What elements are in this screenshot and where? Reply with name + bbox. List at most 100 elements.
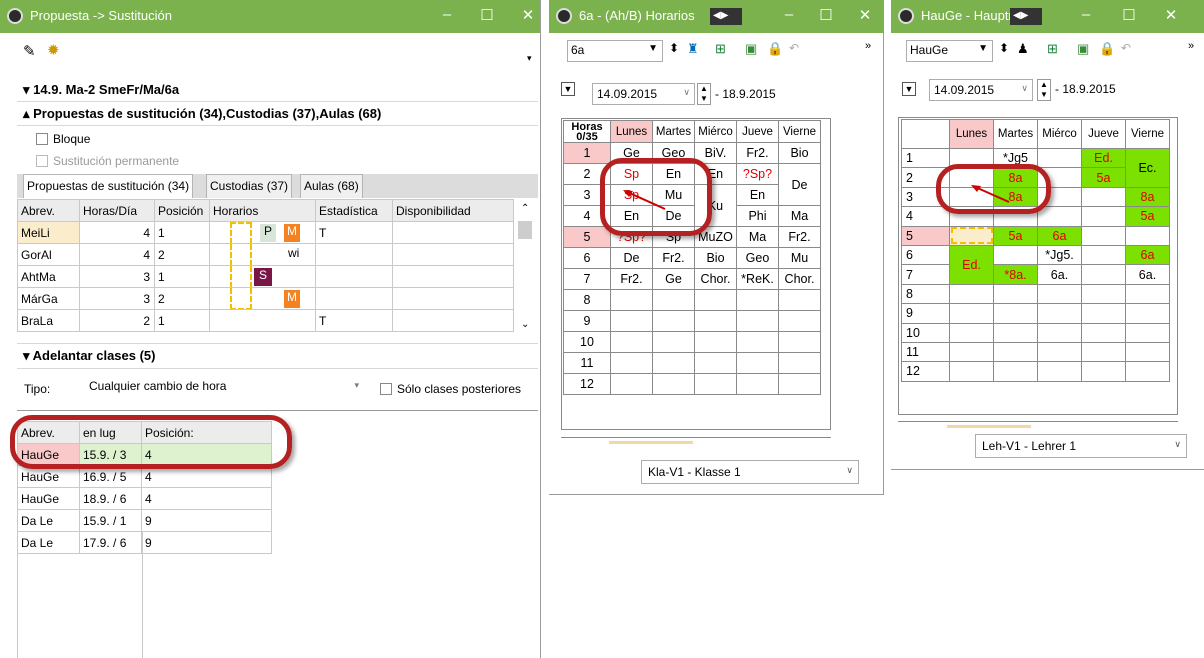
lesson-cell[interactable]: 5a bbox=[1081, 167, 1126, 188]
lesson-cell[interactable] bbox=[652, 310, 695, 332]
lesson-cell[interactable] bbox=[736, 310, 779, 332]
lesson-cell[interactable] bbox=[610, 373, 653, 395]
table-row[interactable]: MárGa 3 2 M bbox=[17, 287, 514, 310]
lesson-cell[interactable] bbox=[949, 225, 994, 246]
lesson-cell[interactable] bbox=[1037, 283, 1082, 305]
lesson-cell[interactable] bbox=[1081, 322, 1126, 343]
lesson-cell[interactable] bbox=[949, 322, 994, 343]
lesson-cell[interactable]: 8a bbox=[1125, 186, 1170, 208]
lesson-cell[interactable]: Phi bbox=[736, 205, 779, 227]
table-row[interactable]: BraLa 2 1 T bbox=[17, 309, 514, 332]
lesson-cell[interactable] bbox=[1081, 225, 1126, 246]
lesson-cell[interactable] bbox=[778, 352, 821, 374]
lesson-cell[interactable] bbox=[694, 310, 737, 332]
stepper-icon[interactable]: ⬍ bbox=[999, 41, 1009, 55]
lesson-cell[interactable] bbox=[993, 283, 1038, 305]
scrollbar[interactable]: ⌃ ⌄ bbox=[516, 199, 536, 339]
solo-checkbox[interactable]: Sólo clases posteriores bbox=[380, 382, 521, 396]
lesson-cell[interactable] bbox=[993, 244, 1038, 266]
lesson-cell[interactable]: De bbox=[778, 163, 821, 206]
lesson-cell[interactable] bbox=[1125, 283, 1170, 305]
lesson-cell[interactable]: Ed. bbox=[949, 244, 994, 285]
lesson-cell[interactable]: Bio bbox=[694, 247, 737, 269]
lesson-cell[interactable]: Ed. bbox=[1081, 147, 1126, 169]
minimize-button[interactable]: ‒ bbox=[437, 6, 457, 23]
lesson-cell[interactable] bbox=[993, 341, 1038, 363]
lesson-header[interactable]: ▾ 14.9. Ma-2 SmeFr/Ma/6a bbox=[17, 78, 538, 102]
lesson-cell[interactable]: Chor. bbox=[694, 268, 737, 290]
lesson-cell[interactable] bbox=[993, 303, 1038, 324]
table-row[interactable]: MeiLi 4 1 P M T bbox=[17, 221, 514, 244]
lock-icon[interactable]: 🔒 bbox=[767, 41, 783, 57]
lesson-cell[interactable] bbox=[736, 352, 779, 374]
lesson-cell[interactable]: Bio bbox=[778, 142, 821, 164]
lesson-cell[interactable] bbox=[610, 352, 653, 374]
lesson-cell[interactable]: 5a bbox=[993, 225, 1038, 246]
grid-icon[interactable]: ⊞ bbox=[715, 41, 726, 57]
lesson-cell[interactable]: 6a bbox=[1125, 244, 1170, 266]
lock-icon[interactable]: 🔒 bbox=[1099, 41, 1115, 57]
close-button[interactable]: ✕ bbox=[855, 6, 875, 24]
lesson-cell[interactable]: Fr2. bbox=[736, 142, 779, 164]
lesson-cell[interactable] bbox=[778, 373, 821, 395]
settings-icon[interactable]: ✹ bbox=[47, 41, 60, 59]
lesson-cell[interactable] bbox=[736, 373, 779, 395]
date-stepper[interactable]: ▲ ▼ bbox=[697, 83, 711, 105]
minimize-button[interactable]: ‒ bbox=[779, 6, 799, 23]
lesson-cell[interactable] bbox=[1037, 322, 1082, 343]
tab-proposals[interactable]: Propuestas de sustitución (34) bbox=[23, 174, 194, 198]
close-button[interactable]: ✕ bbox=[518, 6, 538, 24]
collapse-toggle[interactable]: ▼ bbox=[561, 82, 575, 96]
maximize-button[interactable]: ☐ bbox=[1119, 6, 1139, 24]
lesson-cell[interactable]: Ma bbox=[736, 226, 779, 248]
lesson-cell[interactable] bbox=[1037, 206, 1082, 227]
proposals-header[interactable]: ▴ Propuestas de sustitución (34),Custodi… bbox=[17, 102, 538, 126]
lesson-cell[interactable] bbox=[993, 361, 1038, 382]
lesson-cell[interactable] bbox=[1081, 186, 1126, 208]
table-row[interactable]: Da Le 15.9. / 1 9 bbox=[17, 509, 272, 532]
lesson-cell[interactable] bbox=[694, 352, 737, 374]
lesson-cell[interactable] bbox=[1125, 225, 1170, 246]
lesson-cell[interactable] bbox=[694, 373, 737, 395]
permanent-checkbox[interactable]: Sustitución permanente bbox=[36, 154, 179, 168]
lesson-cell[interactable] bbox=[778, 310, 821, 332]
title-bar[interactable]: 6a - (Ah/B) Horarios ◀▶ ‒ ☐ ✕ bbox=[549, 0, 883, 33]
lesson-cell[interactable] bbox=[1081, 361, 1126, 382]
nav-arrows-icon[interactable]: ◀▶ bbox=[1010, 8, 1042, 25]
col-posicion[interactable]: Posición bbox=[154, 199, 210, 222]
lesson-cell[interactable] bbox=[1081, 244, 1126, 266]
lesson-cell[interactable] bbox=[1125, 303, 1170, 324]
tab-aulas[interactable]: Aulas (68) bbox=[300, 174, 363, 198]
teacher-select[interactable]: HauGe ▼ bbox=[906, 40, 993, 62]
lesson-cell[interactable] bbox=[652, 289, 695, 311]
undo-icon[interactable]: ↶ bbox=[789, 41, 799, 55]
lesson-cell[interactable] bbox=[694, 289, 737, 311]
lesson-cell[interactable]: Fr2. bbox=[652, 247, 695, 269]
lesson-cell[interactable]: De bbox=[610, 247, 653, 269]
lesson-cell[interactable] bbox=[1081, 303, 1126, 324]
col-horas[interactable]: Horas/Día bbox=[79, 199, 155, 222]
lesson-cell[interactable]: 6a. bbox=[1125, 264, 1170, 285]
date-picker[interactable]: 14.09.2015 ∨ bbox=[929, 79, 1033, 101]
lesson-cell[interactable] bbox=[652, 331, 695, 353]
lesson-cell[interactable] bbox=[1125, 322, 1170, 343]
lesson-cell[interactable]: *8a. bbox=[993, 264, 1038, 285]
lesson-cell[interactable] bbox=[1125, 361, 1170, 382]
lesson-cell[interactable]: Fr2. bbox=[610, 268, 653, 290]
lesson-cell[interactable]: Chor. bbox=[778, 268, 821, 290]
lesson-cell[interactable] bbox=[1037, 147, 1082, 169]
lesson-cell[interactable] bbox=[736, 331, 779, 353]
col-disponibilidad[interactable]: Disponibilidad bbox=[392, 199, 514, 222]
edit-icon[interactable]: ✎ bbox=[23, 42, 36, 60]
lesson-cell[interactable] bbox=[949, 303, 994, 324]
lesson-cell[interactable] bbox=[949, 283, 994, 305]
table-row[interactable]: GorAl 4 2 wi bbox=[17, 243, 514, 266]
lesson-cell[interactable] bbox=[1081, 206, 1126, 227]
chevron-up-icon[interactable]: ⌃ bbox=[521, 203, 529, 214]
lesson-cell[interactable] bbox=[652, 352, 695, 374]
teacher-view-select[interactable]: Leh-V1 - Lehrer 1 ∨ bbox=[975, 434, 1187, 458]
title-bar[interactable]: HauGe - Hauptman ◀▶ ‒ ☐ ✕ bbox=[891, 0, 1204, 33]
lesson-cell[interactable] bbox=[1037, 361, 1082, 382]
maximize-button[interactable]: ☐ bbox=[477, 6, 497, 24]
tipo-select[interactable]: Cualquier cambio de hora ▾ bbox=[84, 375, 366, 399]
